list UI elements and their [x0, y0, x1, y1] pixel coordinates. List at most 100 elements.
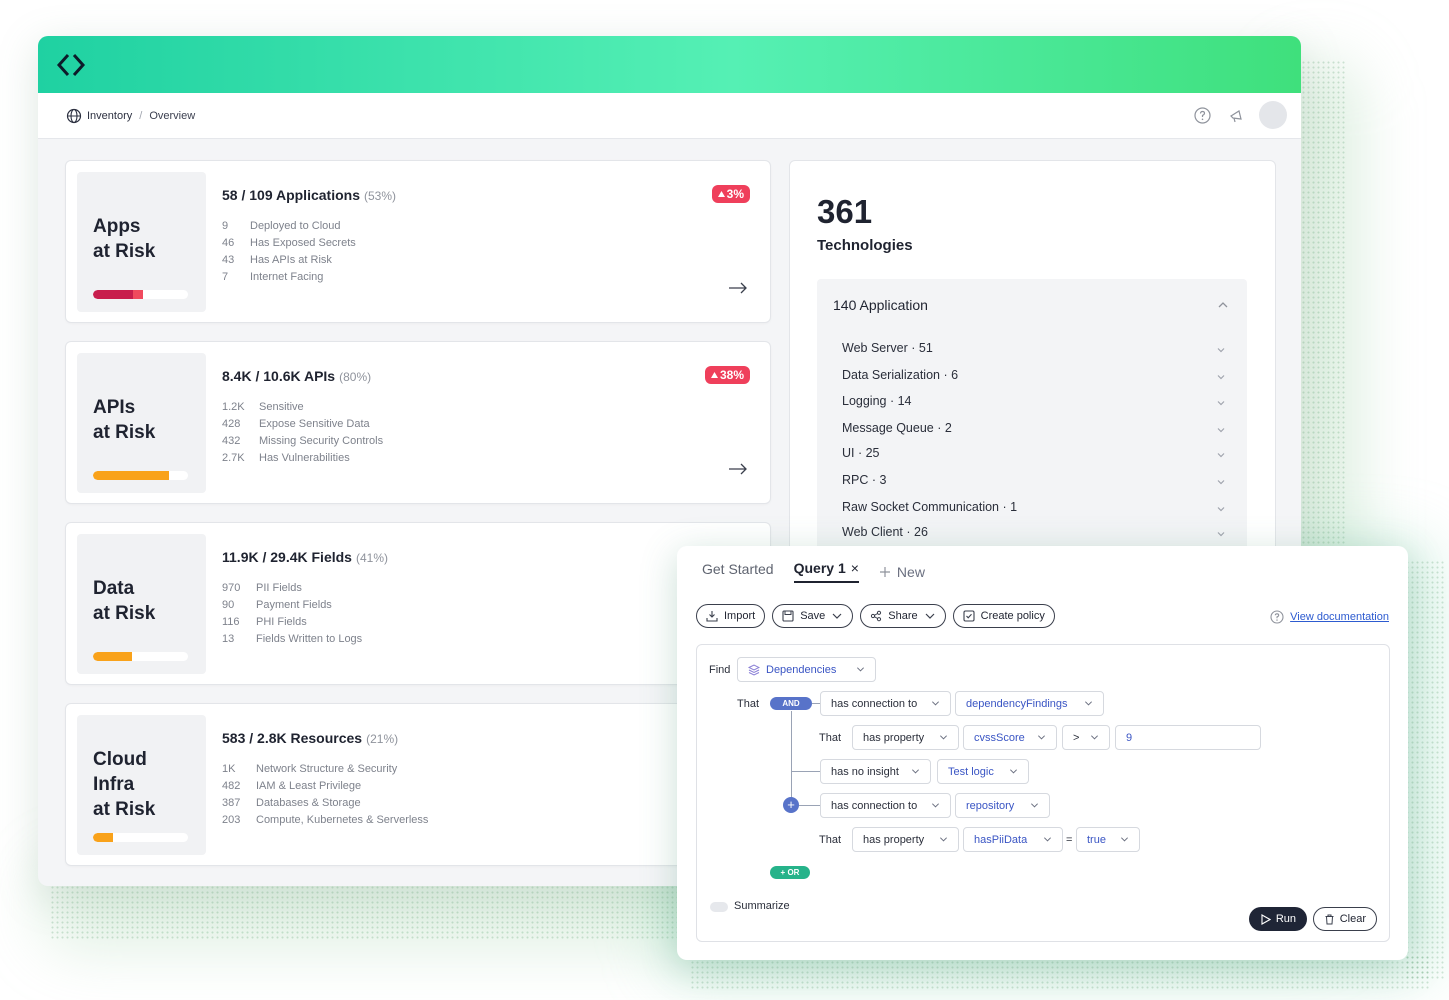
stat-label: PII Fields [256, 582, 302, 594]
technology-item[interactable]: Raw Socket Communication · 1 [842, 500, 1232, 514]
share-icon [871, 610, 882, 622]
risk-card-apis[interactable]: APIs at Risk 8.4K / 10.6K APIs (80%) 1.2K… [65, 341, 771, 504]
input-value: 9 [1126, 731, 1133, 744]
backdrop-speckle [690, 955, 1430, 990]
target-select[interactable]: repository [955, 793, 1050, 818]
value-select[interactable]: true [1076, 827, 1140, 852]
technology-item[interactable]: UI · 25 [842, 446, 1232, 460]
value-input[interactable]: 9 [1115, 725, 1261, 750]
risk-headline: 583 / 2.8K Resources (21%) [222, 730, 398, 746]
stack-icon [748, 663, 760, 676]
trend-badge: 3% [711, 185, 750, 203]
stat-row: 1K Network Structure & Security [222, 761, 428, 778]
stat-label: Has Vulnerabilities [259, 452, 350, 464]
logo-icon[interactable] [55, 49, 87, 81]
technology-label: Message Queue · 2 [842, 421, 952, 435]
find-entity-select[interactable]: Dependencies [737, 657, 876, 682]
property-select[interactable]: has property [852, 827, 959, 852]
clear-label: Clear [1339, 913, 1366, 925]
megaphone-icon[interactable] [1225, 104, 1247, 126]
stat-count: 7 [222, 271, 229, 283]
stat-row: 482 IAM & Least Privilege [222, 778, 428, 795]
arrow-right-icon[interactable] [728, 462, 748, 476]
technology-item[interactable]: Message Queue · 2 [842, 421, 1232, 435]
close-icon[interactable]: × [851, 560, 859, 576]
add-condition-button[interactable]: + [783, 797, 799, 813]
breadcrumb-inventory[interactable]: Inventory [87, 110, 132, 122]
technology-item[interactable]: Logging · 14 [842, 394, 1232, 408]
clear-button[interactable]: Clear [1312, 907, 1377, 931]
help-icon[interactable] [1191, 104, 1213, 126]
relation-select[interactable]: has connection to [820, 793, 951, 818]
stat-row: 428 Expose Sensitive Data [222, 416, 383, 433]
insight-target-select[interactable]: Test logic [937, 759, 1029, 784]
stat-row: 7 Internet Facing [222, 269, 356, 286]
that-label: That [737, 698, 760, 710]
chevron-up-icon[interactable] [1217, 299, 1229, 311]
field-select[interactable]: hasPiiData [963, 827, 1063, 852]
share-button[interactable]: Share [860, 604, 946, 628]
technology-item[interactable]: RPC · 3 [842, 473, 1232, 487]
stat-count: 9 [222, 220, 229, 232]
stat-label: Compute, Kubernetes & Serverless [256, 814, 429, 826]
stat-count: 428 [222, 418, 241, 430]
property-select[interactable]: has property [852, 725, 959, 750]
find-entity-text: Dependencies [766, 663, 837, 676]
chevron-down-icon [1217, 401, 1225, 406]
view-documentation-link[interactable]: View documentation [1270, 610, 1389, 624]
stat-count: 387 [222, 797, 241, 809]
floppy-icon [782, 610, 794, 622]
risk-bar-fill [93, 471, 169, 480]
summarize-toggle[interactable] [710, 902, 728, 912]
stat-row: 13 Fields Written to Logs [222, 631, 362, 648]
trash-icon [1325, 914, 1334, 924]
that-label: That [819, 834, 842, 846]
save-button[interactable]: Save [772, 604, 854, 628]
chevron-down-icon [1217, 480, 1225, 485]
run-button[interactable]: Run [1248, 907, 1307, 931]
technology-item[interactable]: Data Serialization · 6 [842, 368, 1232, 382]
new-tab-button[interactable]: New [879, 564, 925, 580]
find-entity-value: Dependencies [748, 664, 836, 676]
technology-item[interactable]: Web Client · 26 [842, 525, 1232, 539]
technology-item[interactable]: Web Server · 51 [842, 341, 1232, 355]
technology-label: RPC · 3 [842, 473, 887, 487]
risk-card-data[interactable]: Data at Risk 11.9K / 29.4K Fields (41%) 9… [65, 522, 771, 685]
chevron-down-icon [1043, 837, 1052, 842]
select-value: true [1087, 833, 1106, 846]
risk-card-cloud[interactable]: Cloud Infra at Risk 583 / 2.8K Resources… [65, 703, 771, 866]
select-value: has no insight [831, 765, 899, 778]
risk-title: Apps at Risk [93, 216, 156, 262]
arrow-right-icon[interactable] [728, 281, 748, 295]
import-button[interactable]: Import [696, 604, 766, 628]
create-policy-button[interactable]: Create policy [952, 604, 1055, 628]
group-title[interactable]: 140 Application [833, 297, 928, 313]
risk-bar-fill [93, 833, 113, 842]
stat-count: 1.2K [222, 401, 245, 413]
headline-percent: (53%) [363, 189, 396, 203]
stat-label: Internet Facing [250, 271, 324, 283]
stat-row: 90 Payment Fields [222, 597, 362, 614]
stat-row: 970 PII Fields [222, 580, 362, 597]
download-icon [706, 611, 718, 622]
risk-tile: APIs at Risk [77, 353, 206, 493]
tab-get-started[interactable]: Get Started [702, 561, 774, 582]
field-select[interactable]: cvssScore [963, 725, 1057, 750]
insight-select[interactable]: has no insight [820, 759, 931, 784]
and-operator-pill[interactable]: AND [770, 697, 812, 710]
risk-card-apps[interactable]: Apps at Risk 58 / 109 Applications (53%) … [65, 160, 771, 323]
avatar[interactable] [1259, 101, 1287, 129]
technologies-count: 361 [817, 193, 873, 230]
select-value: dependencyFindings [966, 697, 1068, 710]
stat-count: 43 [222, 254, 235, 266]
risk-title: APIs at Risk [93, 397, 156, 443]
chevron-down-icon [1217, 375, 1225, 380]
chevron-down-icon [1030, 803, 1039, 808]
relation-select[interactable]: has connection to [820, 691, 951, 716]
operator-select[interactable]: > [1062, 725, 1110, 750]
target-select[interactable]: dependencyFindings [955, 691, 1104, 716]
or-operator-pill[interactable]: + OR [770, 866, 810, 879]
tab-query-1[interactable]: Query 1 × [793, 560, 859, 583]
headline-percent: (21%) [366, 732, 399, 746]
query-builder-canvas: Find Dependencies That AND has connectio… [696, 644, 1390, 942]
